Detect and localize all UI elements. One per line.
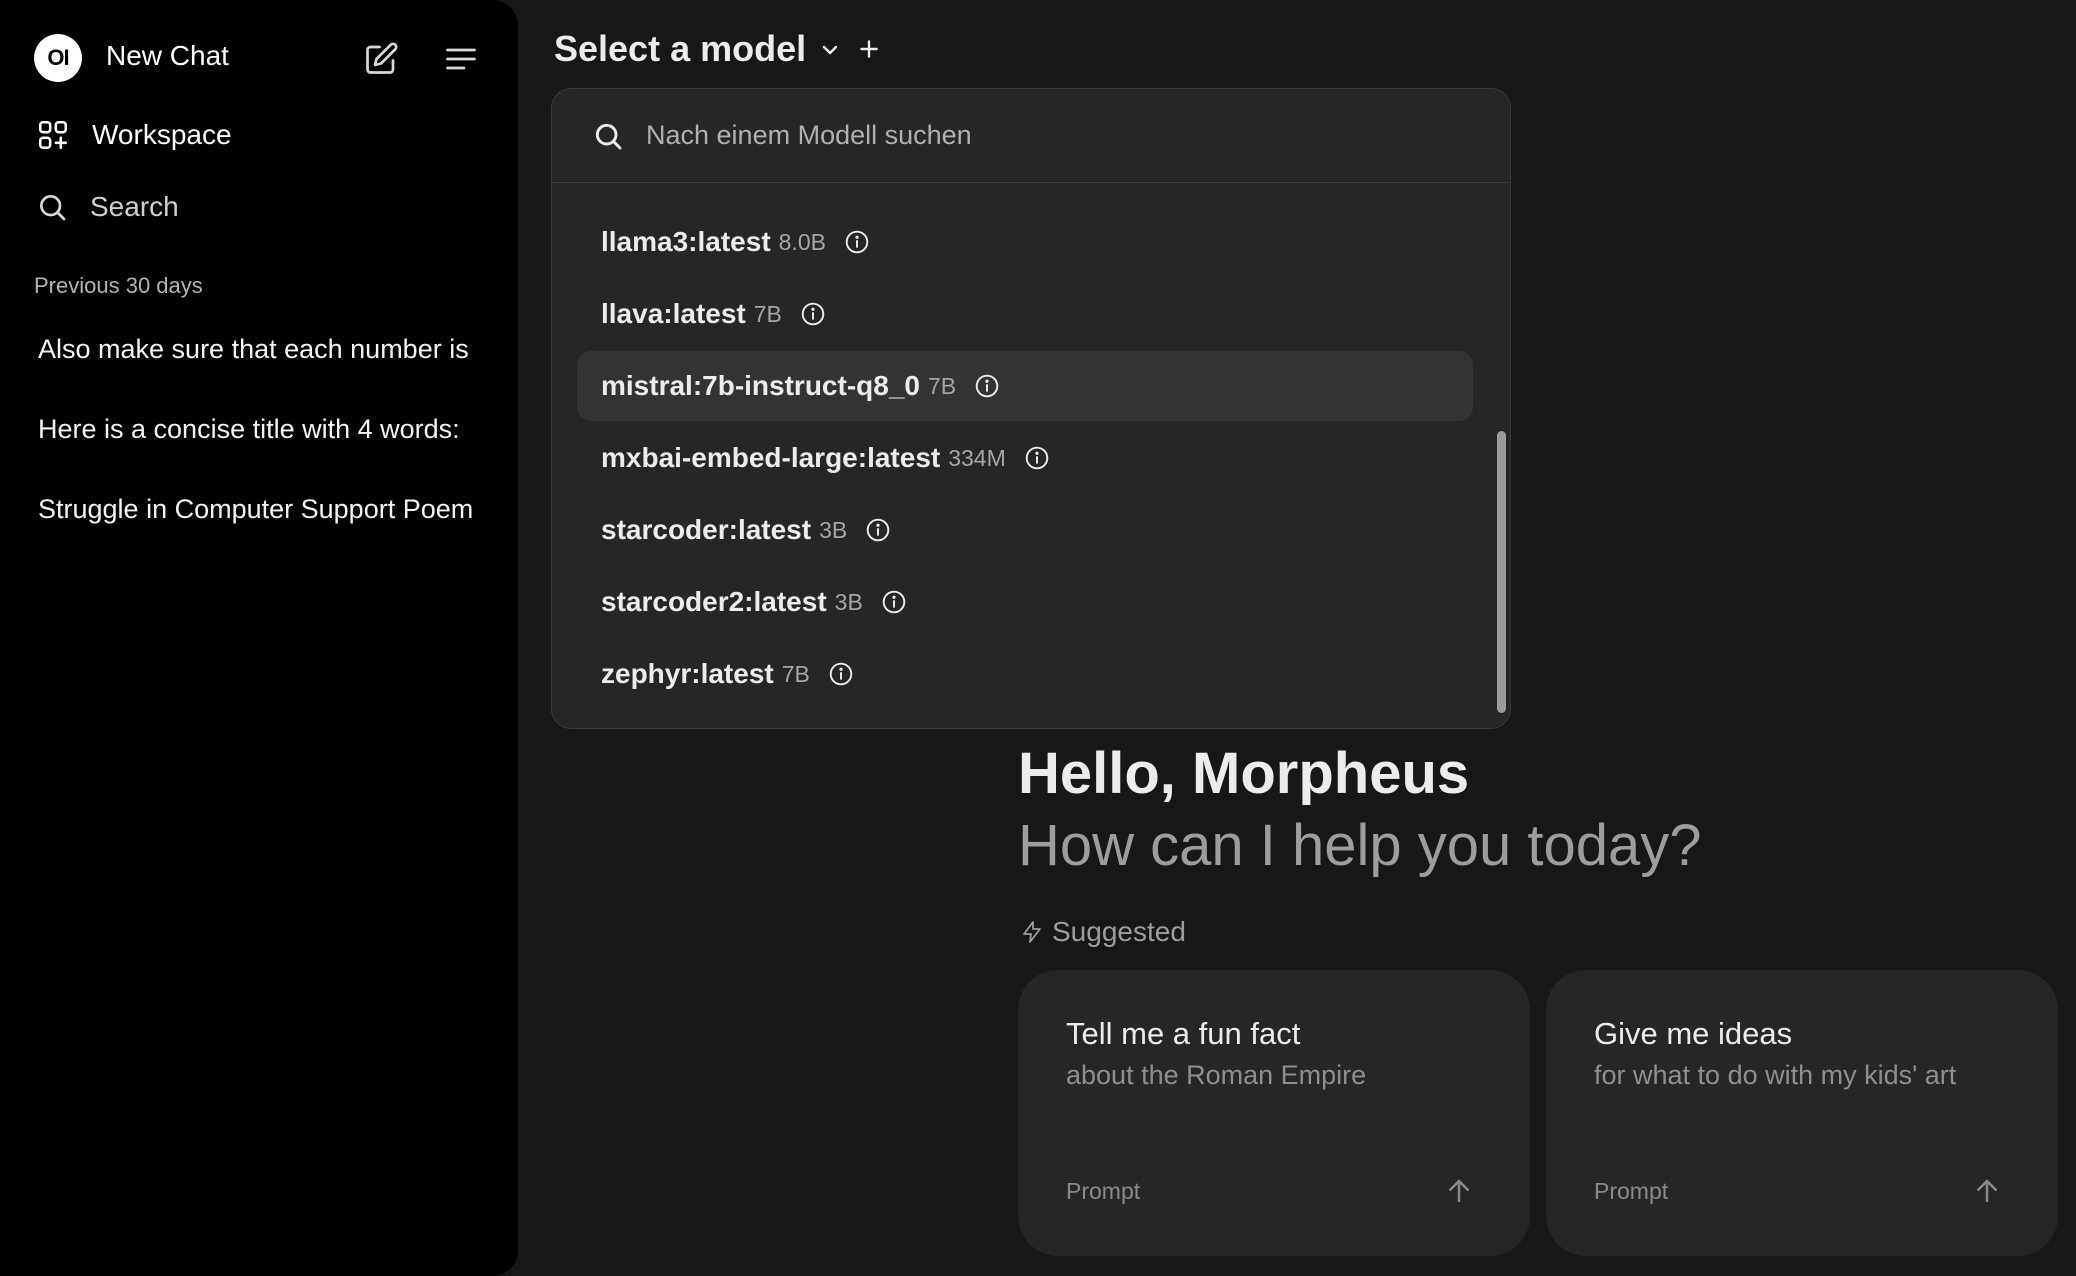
- new-chat-link[interactable]: New Chat: [106, 40, 229, 72]
- suggestion-title: Tell me a fun fact: [1066, 1016, 1301, 1051]
- model-option[interactable]: llama3:latest 8.0B: [577, 207, 1473, 277]
- suggested-header: Suggested: [1020, 916, 1186, 948]
- suggestion-prompt-label: Prompt: [1066, 1178, 1141, 1204]
- lightning-bolt-icon: [1023, 921, 1041, 943]
- model-size: 3B: [819, 516, 848, 543]
- info-icon[interactable]: [865, 517, 891, 543]
- model-size: 7B: [781, 660, 810, 687]
- suggestion-card[interactable]: Give me ideas for what to do with my kid…: [1546, 970, 2058, 1256]
- search-icon: [40, 195, 66, 221]
- model-name: starcoder:latest: [601, 514, 812, 545]
- model-option[interactable]: zephyr:latest 7B: [577, 639, 1473, 709]
- model-option[interactable]: starcoder2:latest 3B: [577, 567, 1473, 637]
- new-chat-edit-button[interactable]: [360, 38, 402, 80]
- greeting-title: Hello, Morpheus: [1018, 741, 1470, 806]
- suggestion-card[interactable]: Tell me a fun fact about the Roman Empir…: [1018, 970, 1530, 1256]
- model-size: 7B: [927, 372, 957, 399]
- suggested-label: Suggested: [1052, 916, 1186, 947]
- workspace-link[interactable]: Workspace: [36, 112, 232, 158]
- info-icon[interactable]: [1024, 445, 1050, 471]
- model-name: llava:latest: [601, 298, 746, 329]
- arrow-up-icon[interactable]: [1972, 1176, 2002, 1206]
- model-size: 8.0B: [778, 228, 826, 255]
- info-icon[interactable]: [828, 661, 854, 687]
- greeting-subtitle: How can I help you today?: [1018, 813, 1702, 878]
- info-icon[interactable]: [800, 301, 826, 327]
- info-icon[interactable]: [844, 229, 870, 255]
- model-name: llama3:latest: [601, 226, 771, 257]
- info-icon[interactable]: [974, 373, 1000, 399]
- arrow-up-icon[interactable]: [1444, 1176, 1474, 1206]
- workspace-label: Workspace: [92, 119, 232, 150]
- grid-plus-icon: [38, 120, 68, 150]
- model-selector-button[interactable]: Select a model: [554, 28, 806, 70]
- sidebar: OI New Chat Workspace Search Previous 30…: [0, 0, 518, 1276]
- search-icon: [595, 123, 622, 149]
- model-name: starcoder2:latest: [601, 586, 827, 617]
- info-icon[interactable]: [881, 589, 907, 615]
- model-option[interactable]: mxbai-embed-large:latest 334M: [577, 423, 1473, 493]
- history-item[interactable]: Here is a concise title with 4 words:: [38, 414, 478, 445]
- suggestion-subtitle: for what to do with my kids' art: [1594, 1060, 1957, 1090]
- add-model-plus-icon[interactable]: [856, 36, 882, 62]
- model-name: mistral:7b-instruct-q8_0: [601, 370, 920, 401]
- model-option[interactable]: starcoder:latest 3B: [577, 495, 1473, 565]
- model-dropdown: Nach einem Modell suchen llama3:latest 8.…: [551, 88, 1511, 729]
- suggestion-title: Give me ideas: [1594, 1016, 1793, 1051]
- suggestion-prompt-label: Prompt: [1594, 1178, 1669, 1204]
- chevron-down-icon[interactable]: [818, 38, 842, 62]
- pencil-square-icon: [366, 42, 398, 74]
- model-name: mxbai-embed-large:latest: [601, 442, 941, 473]
- model-option[interactable]: mistral:7b-instruct-q8_0 7B: [577, 351, 1473, 421]
- model-name: zephyr:latest: [601, 658, 774, 689]
- history-item[interactable]: Also make sure that each number is: [38, 334, 478, 365]
- menu-lines-icon: [446, 48, 476, 70]
- model-search-placeholder: Nach einem Modell suchen: [646, 120, 972, 150]
- model-size: 3B: [834, 588, 863, 615]
- app-logo[interactable]: OI: [34, 34, 82, 82]
- model-size: 7B: [753, 300, 782, 327]
- suggestion-subtitle: about the Roman Empire: [1066, 1060, 1367, 1090]
- model-size: 334M: [948, 444, 1006, 471]
- search-label: Search: [90, 191, 179, 222]
- history-item[interactable]: Struggle in Computer Support Poem: [38, 494, 478, 525]
- sidebar-toggle-button[interactable]: [440, 38, 482, 80]
- model-option[interactable]: llava:latest 7B: [577, 279, 1473, 349]
- sidebar-search[interactable]: Search: [36, 184, 179, 230]
- dropdown-scrollbar[interactable]: [1497, 431, 1506, 713]
- history-section-title: Previous 30 days: [34, 273, 203, 298]
- model-search-field[interactable]: Nach einem Modell suchen: [552, 89, 1510, 183]
